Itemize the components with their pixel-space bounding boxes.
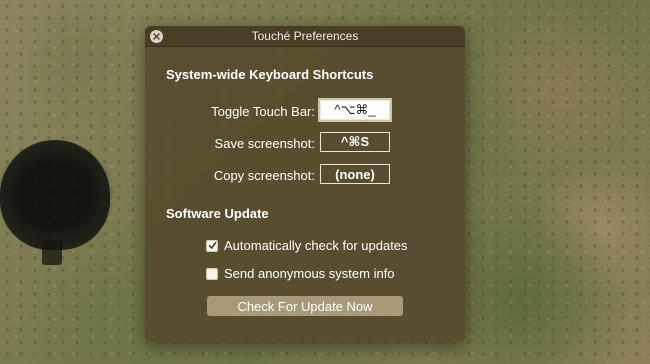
balloon-basket-shadow — [42, 240, 62, 265]
keyboard-shortcuts-heading: System-wide Keyboard Shortcuts — [166, 67, 374, 82]
send-system-info-checkbox[interactable] — [206, 267, 218, 280]
toggle-touch-bar-label: Toggle Touch Bar: — [211, 104, 315, 119]
save-screenshot-shortcut[interactable]: ^⌘S — [320, 132, 390, 152]
save-screenshot-label: Save screenshot: — [214, 136, 315, 151]
window-titlebar[interactable]: Touché Preferences — [145, 26, 465, 47]
toggle-touch-bar-shortcut[interactable]: ^⌥⌘_ — [320, 100, 390, 120]
send-system-info-option[interactable]: Send anonymous system info — [206, 266, 395, 281]
balloon-shadow — [0, 140, 110, 250]
check-for-update-button[interactable]: Check For Update Now — [207, 296, 403, 316]
copy-screenshot-shortcut[interactable]: (none) — [320, 164, 390, 184]
auto-check-updates-option[interactable]: Automatically check for updates — [206, 238, 408, 253]
window-title: Touché Preferences — [251, 29, 359, 43]
auto-check-updates-label: Automatically check for updates — [224, 238, 408, 253]
checkmark-icon — [208, 242, 216, 249]
auto-check-updates-checkbox[interactable] — [206, 239, 218, 252]
send-system-info-label: Send anonymous system info — [224, 266, 395, 281]
software-update-heading: Software Update — [166, 206, 269, 221]
preferences-window: Touché Preferences System-wide Keyboard … — [145, 26, 465, 342]
copy-screenshot-label: Copy screenshot: — [213, 168, 315, 183]
